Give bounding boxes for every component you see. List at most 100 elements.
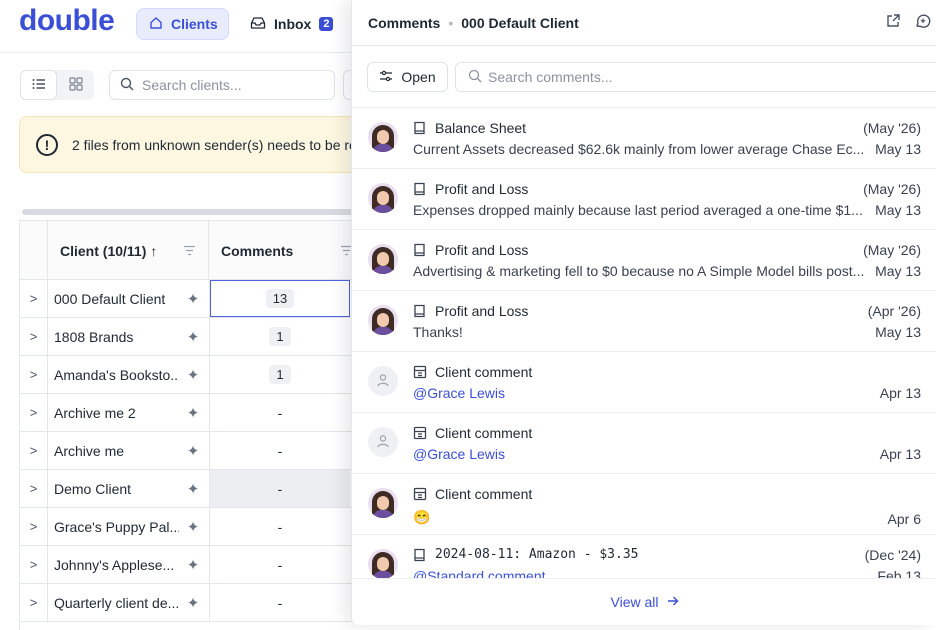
building-icon <box>413 365 427 379</box>
comments-cell[interactable]: 1 <box>210 318 350 355</box>
table-row[interactable]: > Amanda's Booksto... ✦ 1 <box>20 356 365 394</box>
client-name[interactable]: Archive me 2 <box>54 394 179 431</box>
comment-item[interactable]: 2024-08-11: Amazon - $3.35 (Dec '24) @St… <box>352 535 936 578</box>
avatar <box>368 305 398 335</box>
expand-chevron-icon[interactable]: > <box>20 394 48 431</box>
sparkle-icon[interactable]: ✦ <box>183 432 203 469</box>
sparkle-icon[interactable]: ✦ <box>183 508 203 545</box>
comments-cell[interactable]: - <box>210 546 350 583</box>
filter-icon[interactable] <box>183 243 196 259</box>
comments-cell[interactable]: - <box>210 432 350 469</box>
client-name[interactable]: Johnny's Applese... <box>54 546 179 583</box>
expand-chevron-icon[interactable]: > <box>20 318 48 355</box>
table-row[interactable]: > Demo Client ✦ - <box>20 470 365 508</box>
table-row[interactable]: > Quarterly client de... ✦ - <box>20 584 365 622</box>
client-name[interactable]: Demo Client <box>54 470 179 507</box>
comment-type: Profit and Loss <box>413 181 528 197</box>
sparkle-icon[interactable]: ✦ <box>183 356 203 393</box>
open-filter-button[interactable]: Open <box>367 62 448 92</box>
comment-item[interactable]: Profit and Loss (May '26) Advertising & … <box>352 230 936 291</box>
unknown-sender-alert[interactable]: ! 2 files from unknown sender(s) needs t… <box>19 116 364 173</box>
comments-list: Balance Sheet (May '26) Current Assets d… <box>352 108 936 578</box>
comments-column-header[interactable]: Comments <box>209 221 365 280</box>
chat-bubble-icon[interactable] <box>915 13 931 32</box>
comment-emoji: 😁 <box>413 509 431 525</box>
table-row[interactable]: > 1808 Brands ✦ 1 <box>20 318 365 356</box>
comment-item[interactable]: Balance Sheet (May '26) Current Assets d… <box>352 108 936 169</box>
comments-cell[interactable]: - <box>210 394 350 431</box>
comment-period: (May '26) <box>863 181 921 197</box>
comment-mention[interactable]: @Standard comment <box>413 568 873 578</box>
nav-clients-button[interactable]: Clients <box>136 8 229 40</box>
client-search-input[interactable] <box>142 77 312 93</box>
comment-date: Apr 13 <box>879 385 921 401</box>
comment-item[interactable]: Profit and Loss (May '26) Expenses dropp… <box>352 169 936 230</box>
expand-chevron-icon[interactable]: > <box>20 546 48 583</box>
grid-view-button[interactable] <box>57 70 94 100</box>
comment-type: Client comment <box>413 425 532 441</box>
expand-chevron-icon[interactable]: > <box>20 470 48 507</box>
bookmark-icon <box>413 243 427 257</box>
comment-item[interactable]: Client comment @Grace Lewis Apr 13 <box>352 352 936 413</box>
comments-cell[interactable]: 1 <box>210 356 350 393</box>
view-all-link[interactable]: View all <box>352 578 936 625</box>
expand-chevron-icon[interactable]: > <box>20 280 48 317</box>
comments-cell[interactable]: - <box>210 470 350 507</box>
sparkle-icon[interactable]: ✦ <box>183 584 203 621</box>
client-name[interactable]: Archive me <box>54 432 179 469</box>
comments-cell[interactable]: - <box>210 584 350 621</box>
expand-chevron-icon[interactable]: > <box>20 508 48 545</box>
table-row[interactable]: > Johnny's Applese... ✦ - <box>20 546 365 584</box>
bookmark-icon <box>413 304 427 318</box>
comment-item[interactable]: Client comment 😁 Apr 6 <box>352 474 936 535</box>
comments-cell[interactable]: 13 <box>210 280 350 317</box>
table-row[interactable]: > 000 Default Client ✦ 13 <box>20 280 365 318</box>
comment-text: Current Assets decreased $62.6k mainly f… <box>413 141 865 157</box>
comment-period: (Dec '24) <box>864 547 921 563</box>
sparkle-icon[interactable]: ✦ <box>183 470 203 507</box>
comment-type: Balance Sheet <box>413 120 526 136</box>
bookmark-icon <box>413 182 427 196</box>
comment-date: May 13 <box>875 263 921 279</box>
panel-header-actions <box>885 13 931 32</box>
panel-title: Comments <box>368 14 441 31</box>
client-name[interactable]: 000 Default Client <box>54 280 179 317</box>
app-logo[interactable]: double <box>19 4 115 38</box>
sparkle-icon[interactable]: ✦ <box>183 280 203 317</box>
comment-text: Thanks! <box>413 324 463 340</box>
nav-inbox-label: Inbox <box>274 16 312 32</box>
sparkle-icon[interactable]: ✦ <box>183 546 203 583</box>
table-row[interactable]: > Archive me 2 ✦ - <box>20 394 365 432</box>
nav-inbox-button[interactable]: Inbox 2 <box>238 8 345 40</box>
sparkle-icon[interactable]: ✦ <box>183 318 203 355</box>
comment-count: 1 <box>269 365 291 384</box>
sparkle-icon[interactable]: ✦ <box>183 394 203 431</box>
sort-arrow-icon: ↑ <box>150 242 158 259</box>
client-name[interactable]: Quarterly client de... <box>54 584 179 621</box>
expand-chevron-icon[interactable]: > <box>20 584 48 621</box>
table-row[interactable]: > Archive me ✦ - <box>20 432 365 470</box>
expand-chevron-icon[interactable]: > <box>20 356 48 393</box>
client-name[interactable]: Grace's Puppy Pal... <box>54 508 179 545</box>
comment-search-input[interactable] <box>488 69 928 85</box>
expand-chevron-icon[interactable]: > <box>20 432 48 469</box>
avatar <box>368 488 398 518</box>
comment-mention[interactable]: @Grace Lewis <box>413 385 873 401</box>
comment-mention[interactable]: @Grace Lewis <box>413 446 873 462</box>
client-column-header[interactable]: Client (10/11) ↑ <box>48 221 209 280</box>
comments-cell[interactable]: - <box>210 508 350 545</box>
view-all-label: View all <box>610 594 659 610</box>
comment-item[interactable]: Profit and Loss (Apr '26) Thanks! May 13 <box>352 291 936 352</box>
horizontal-scrollbar[interactable] <box>22 209 362 215</box>
bookmark-icon <box>413 548 427 562</box>
comment-item[interactable]: Client comment @Grace Lewis Apr 13 <box>352 413 936 474</box>
open-filter-label: Open <box>401 69 436 85</box>
list-view-button[interactable] <box>20 70 57 100</box>
client-column-label: Client (10/11) <box>60 242 147 259</box>
comment-date: May 13 <box>875 324 921 340</box>
client-name[interactable]: 1808 Brands <box>54 318 179 355</box>
client-name[interactable]: Amanda's Booksto... <box>54 356 179 393</box>
table-row[interactable]: > Grace's Puppy Pal... ✦ - <box>20 508 365 546</box>
comment-type: Profit and Loss <box>413 303 528 319</box>
open-external-icon[interactable] <box>885 13 901 32</box>
